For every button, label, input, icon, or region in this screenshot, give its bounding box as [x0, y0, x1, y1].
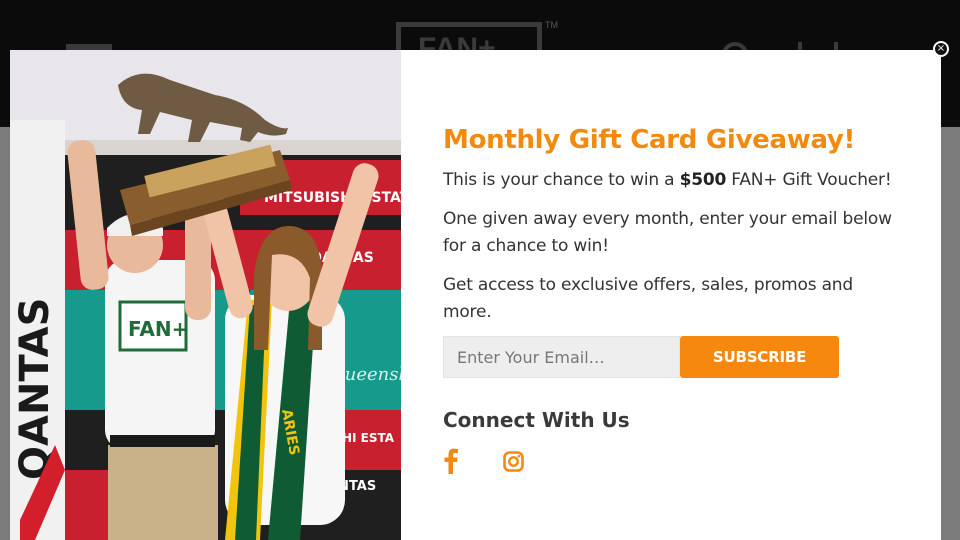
prize-amount: $500 — [679, 170, 727, 190]
giveaway-modal: MITSUBISHI ESTATE QANTAS UBISHI ESTA ANT… — [10, 50, 941, 540]
benefits-text: Get access to exclusive offers, sales, p… — [443, 275, 853, 322]
subscribe-button[interactable]: SUBSCRIBE — [680, 336, 839, 378]
modal-content: Monthly Gift Card Giveaway! This is your… — [443, 125, 903, 326]
description-suffix: FAN+ Gift Voucher! — [726, 170, 892, 190]
photo-sign-qantas-vertical: QANTAS — [12, 298, 58, 480]
description-prefix: This is your chance to win a — [443, 170, 680, 190]
photo-shirt-text: FAN+ — [128, 317, 188, 341]
photo-sign-mitsubishi-top: MITSUBISHI ESTATE — [264, 190, 401, 206]
giveaway-description: This is your chance to win a $500 FAN+ G… — [443, 167, 903, 194]
promo-photo: MITSUBISHI ESTATE QANTAS UBISHI ESTA ANT… — [10, 50, 401, 540]
connect-heading: Connect With Us — [443, 408, 630, 432]
instagram-icon[interactable] — [503, 451, 524, 472]
facebook-icon[interactable] — [444, 448, 458, 474]
subscribe-form: SUBSCRIBE — [443, 336, 839, 378]
trademark-mark: TM — [545, 20, 558, 30]
monthly-info: One given away every month, enter your e… — [443, 209, 892, 256]
close-button[interactable]: × — [933, 41, 949, 57]
email-input[interactable] — [443, 336, 680, 378]
modal-title: Monthly Gift Card Giveaway! — [443, 125, 856, 155]
